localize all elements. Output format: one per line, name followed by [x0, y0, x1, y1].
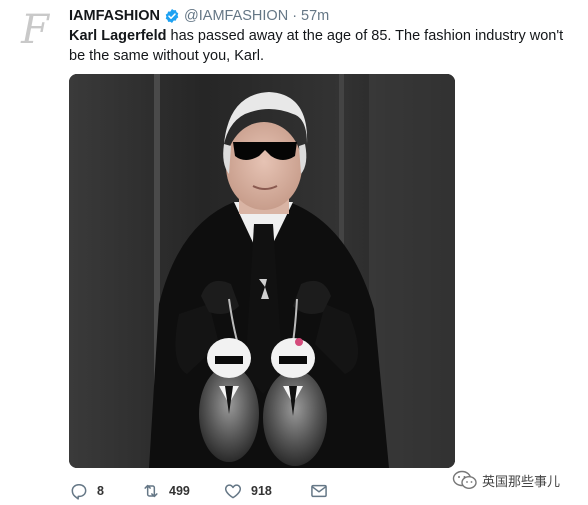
wechat-icon: [452, 470, 477, 490]
avatar-logo: F: [21, 7, 49, 53]
avatar[interactable]: F: [14, 8, 56, 52]
retweet-count: 499: [169, 484, 190, 498]
tweet-header: IAMFASHION @IAMFASHION · 57m: [69, 6, 329, 26]
reply-count: 8: [97, 484, 104, 498]
heart-icon: [224, 484, 242, 499]
like-count: 918: [251, 484, 272, 498]
photo-karl-lagerfeld: [69, 74, 455, 468]
watermark-text: 英国那些事儿: [482, 473, 561, 489]
user-handle[interactable]: @IAMFASHION: [184, 8, 288, 24]
reply-button[interactable]: 8: [69, 480, 141, 502]
retweet-button[interactable]: 499: [141, 480, 223, 502]
separator-dot: ·: [292, 8, 298, 24]
verified-badge-icon: [165, 9, 179, 23]
like-button[interactable]: 918: [223, 480, 309, 502]
tweet-name-mention: Karl Lagerfeld: [69, 28, 167, 44]
reply-icon: [71, 484, 87, 500]
tweet-card: F IAMFASHION @IAMFASHION · 57m Karl Lage…: [0, 0, 588, 505]
mail-icon: [311, 484, 327, 498]
action-bar: 8 499 918: [69, 480, 329, 502]
wechat-watermark: 英国那些事儿: [452, 469, 560, 491]
tweet-photo[interactable]: [69, 74, 455, 468]
timestamp[interactable]: 57m: [301, 8, 329, 24]
tweet-text: Karl Lagerfeld has passed away at the ag…: [69, 26, 574, 66]
display-name[interactable]: IAMFASHION: [69, 8, 160, 24]
retweet-icon: [144, 484, 158, 498]
direct-message-button[interactable]: [309, 480, 329, 502]
